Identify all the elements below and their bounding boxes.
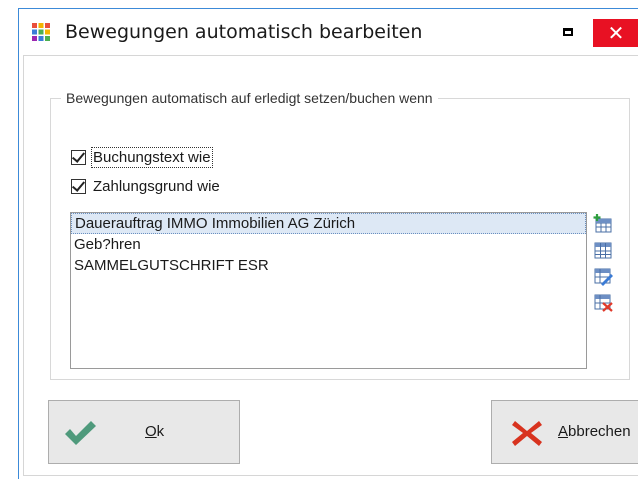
- cancel-button[interactable]: Abbrechen: [491, 400, 638, 464]
- ok-button[interactable]: Ok: [48, 400, 240, 464]
- checkbox-zahlungsgrund-label[interactable]: Zahlungsgrund wie: [92, 177, 221, 196]
- group-label: Bewegungen automatisch auf erledigt setz…: [66, 90, 433, 106]
- checkbox-buchungstext[interactable]: Buchungstext wie: [71, 146, 213, 168]
- delete-row-icon: [594, 294, 613, 312]
- close-button[interactable]: ✕: [593, 19, 638, 47]
- delete-row-button[interactable]: [593, 292, 613, 312]
- auto-book-group: Bewegungen automatisch auf erledigt setz…: [50, 90, 630, 380]
- checkbox-buchungstext-label[interactable]: Buchungstext wie: [91, 146, 213, 168]
- edit-row-icon: [594, 268, 613, 286]
- checkmark-icon: [71, 148, 86, 163]
- list-item[interactable]: SAMMELGUTSCHRIFT ESR: [71, 255, 586, 276]
- app-grid-icon: [32, 23, 50, 41]
- maximize-button[interactable]: [549, 19, 587, 47]
- add-row-button[interactable]: [593, 214, 613, 234]
- checkbox-zahlungsgrund-box[interactable]: [71, 177, 86, 194]
- list-item[interactable]: Geb?hren: [71, 234, 586, 255]
- ok-button-label: Ok: [145, 423, 165, 440]
- cancel-button-label: Abbrechen: [558, 423, 631, 440]
- dialog-window: Bewegungen automatisch bearbeiten ✕ Bewe…: [18, 8, 638, 479]
- title-bar[interactable]: Bewegungen automatisch bearbeiten ✕: [19, 9, 638, 55]
- checkmark-icon: [65, 421, 96, 445]
- checkbox-buchungstext-box[interactable]: [71, 148, 86, 165]
- edit-row-button[interactable]: [593, 266, 613, 286]
- cross-icon: [512, 421, 542, 446]
- maximize-icon: [563, 28, 573, 36]
- checkbox-zahlungsgrund[interactable]: Zahlungsgrund wie: [71, 175, 221, 197]
- checkmark-icon: [71, 177, 86, 192]
- list-item[interactable]: Dauerauftrag IMMO Immobilien AG Zürich: [71, 213, 586, 234]
- close-icon: ✕: [607, 21, 625, 45]
- text-filter-list[interactable]: Dauerauftrag IMMO Immobilien AG Zürich G…: [70, 212, 587, 369]
- table-button[interactable]: [593, 240, 613, 260]
- add-row-icon: [593, 214, 612, 233]
- dialog-body: Bewegungen automatisch auf erledigt setz…: [23, 55, 638, 476]
- table-icon: [594, 242, 612, 259]
- window-title: Bewegungen automatisch bearbeiten: [65, 21, 423, 43]
